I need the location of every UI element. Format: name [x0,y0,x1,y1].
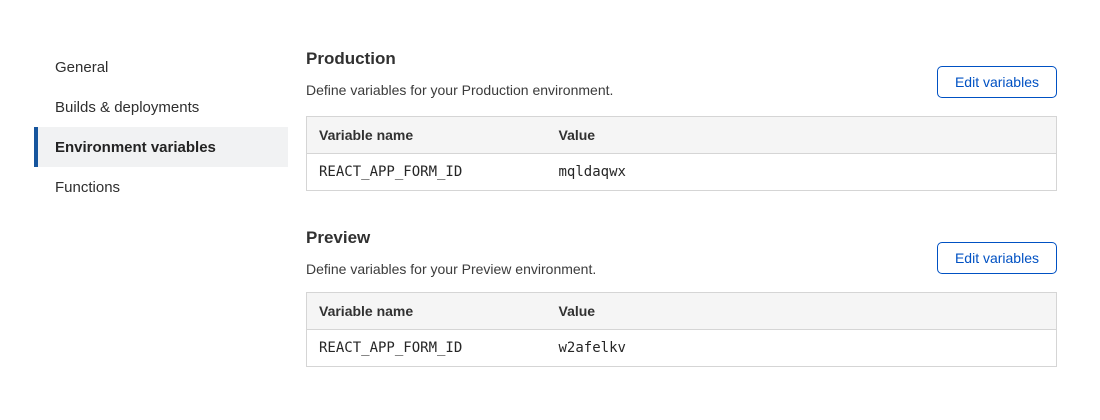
production-variables-table: Variable name Value REACT_APP_FORM_ID mq… [306,116,1057,191]
production-section: Production Define variables for your Pro… [306,49,1057,191]
variable-name-header: Variable name [307,117,547,154]
sidebar-item-environment-variables[interactable]: Environment variables [34,127,288,167]
sidebar-item-label: Environment variables [55,139,216,156]
settings-sidebar: General Builds & deployments Environment… [34,47,288,207]
variable-name-header: Variable name [307,293,547,330]
variable-name-cell: REACT_APP_FORM_ID [307,330,547,367]
preview-edit-variables-button[interactable]: Edit variables [937,242,1057,274]
preview-variables-table: Variable name Value REACT_APP_FORM_ID w2… [306,292,1057,367]
production-edit-variables-button[interactable]: Edit variables [937,66,1057,98]
value-header: Value [547,293,1057,330]
settings-page: General Builds & deployments Environment… [0,0,1100,420]
sidebar-item-builds-deployments[interactable]: Builds & deployments [34,87,288,127]
variable-value-cell: mqldaqwx [547,154,1057,191]
sidebar-item-general[interactable]: General [34,47,288,87]
sidebar-item-label: Builds & deployments [55,99,199,116]
sidebar-item-functions[interactable]: Functions [34,167,288,207]
table-header-row: Variable name Value [307,117,1057,154]
sidebar-item-label: Functions [55,179,120,196]
variable-value-cell: w2afelkv [547,330,1057,367]
table-row: REACT_APP_FORM_ID mqldaqwx [307,154,1057,191]
sidebar-item-label: General [55,59,108,76]
preview-section: Preview Define variables for your Previe… [306,228,1057,367]
main-content: Production Define variables for your Pro… [306,0,1057,367]
table-row: REACT_APP_FORM_ID w2afelkv [307,330,1057,367]
value-header: Value [547,117,1057,154]
variable-name-cell: REACT_APP_FORM_ID [307,154,547,191]
table-header-row: Variable name Value [307,293,1057,330]
